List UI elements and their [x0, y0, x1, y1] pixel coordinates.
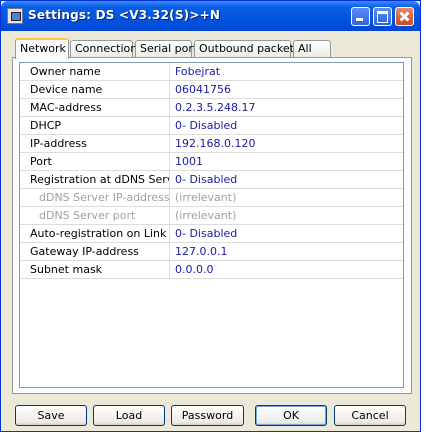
settings-row[interactable]: Owner name Fobejrat [20, 63, 403, 81]
setting-value[interactable]: Fobejrat [172, 63, 403, 80]
close-button[interactable] [395, 7, 414, 26]
setting-name: dDNS Server IP-address [20, 189, 170, 206]
setting-value[interactable]: 1001 [172, 153, 403, 170]
setting-name: Port [20, 153, 170, 170]
settings-row[interactable]: Registration at dDNS Server 0- Disabled [20, 171, 403, 189]
settings-row[interactable]: DHCP 0- Disabled [20, 117, 403, 135]
settings-row[interactable]: Port 1001 [20, 153, 403, 171]
setting-value[interactable]: 0- Disabled [172, 171, 403, 188]
setting-value[interactable]: 127.0.0.1 [172, 243, 403, 260]
settings-row[interactable]: Auto-registration on Link Server 0- Disa… [20, 225, 403, 243]
setting-name: Registration at dDNS Server [20, 171, 170, 188]
setting-name: dDNS Server port [20, 207, 170, 224]
settings-window: Settings: DS <V3.32(S)>+N Network Connec… [0, 0, 421, 432]
title-bar[interactable]: Settings: DS <V3.32(S)>+N [1, 1, 420, 31]
settings-row: dDNS Server port (irrelevant) [20, 207, 403, 225]
ok-button[interactable]: OK [255, 405, 327, 426]
setting-name: Owner name [20, 63, 170, 80]
setting-value[interactable]: 06041756 [172, 81, 403, 98]
setting-name: IP-address [20, 135, 170, 152]
setting-name: Subnet mask [20, 261, 170, 278]
setting-value: (irrelevant) [175, 191, 237, 204]
tab-all[interactable]: All [293, 40, 331, 57]
settings-row[interactable]: Subnet mask 0.0.0.0 [20, 261, 403, 279]
settings-row: dDNS Server IP-address (irrelevant) [20, 189, 403, 207]
setting-value[interactable]: 0- Disabled [172, 225, 403, 242]
settings-row[interactable]: Device name 06041756 [20, 81, 403, 99]
cancel-button[interactable]: Cancel [334, 405, 406, 426]
settings-row[interactable]: MAC-address 0.2.3.5.248.17 [20, 99, 403, 117]
window-title: Settings: DS <V3.32(S)>+N [28, 8, 221, 22]
setting-value[interactable]: 0- Disabled [172, 117, 403, 134]
setting-name: Gateway IP-address [20, 243, 170, 260]
maximize-button[interactable] [373, 7, 392, 26]
save-button[interactable]: Save [15, 405, 87, 426]
password-button[interactable]: Password [171, 405, 244, 426]
tab-outbound-packets[interactable]: Outbound packets [194, 40, 300, 57]
app-icon [7, 8, 23, 24]
tab-connection[interactable]: Connection [70, 40, 137, 57]
settings-row[interactable]: Gateway IP-address 127.0.0.1 [20, 243, 403, 261]
setting-name: Device name [20, 81, 170, 98]
setting-value[interactable]: 0.0.0.0 [172, 261, 403, 278]
minimize-button[interactable] [351, 7, 370, 26]
setting-name: DHCP [20, 117, 170, 134]
setting-value: (irrelevant) [175, 209, 237, 222]
load-button[interactable]: Load [93, 405, 165, 426]
settings-row[interactable]: IP-address 192.168.0.120 [20, 135, 403, 153]
setting-name: Auto-registration on Link Server [20, 225, 170, 242]
setting-name: MAC-address [20, 99, 170, 116]
tab-network[interactable]: Network [15, 38, 69, 59]
tab-panel: Owner name Fobejrat Device name 06041756… [12, 57, 412, 394]
settings-grid: Owner name Fobejrat Device name 06041756… [19, 62, 404, 388]
tab-serial-port[interactable]: Serial port [135, 40, 197, 57]
setting-value[interactable]: 192.168.0.120 [172, 135, 403, 152]
setting-value[interactable]: 0.2.3.5.248.17 [172, 99, 403, 116]
